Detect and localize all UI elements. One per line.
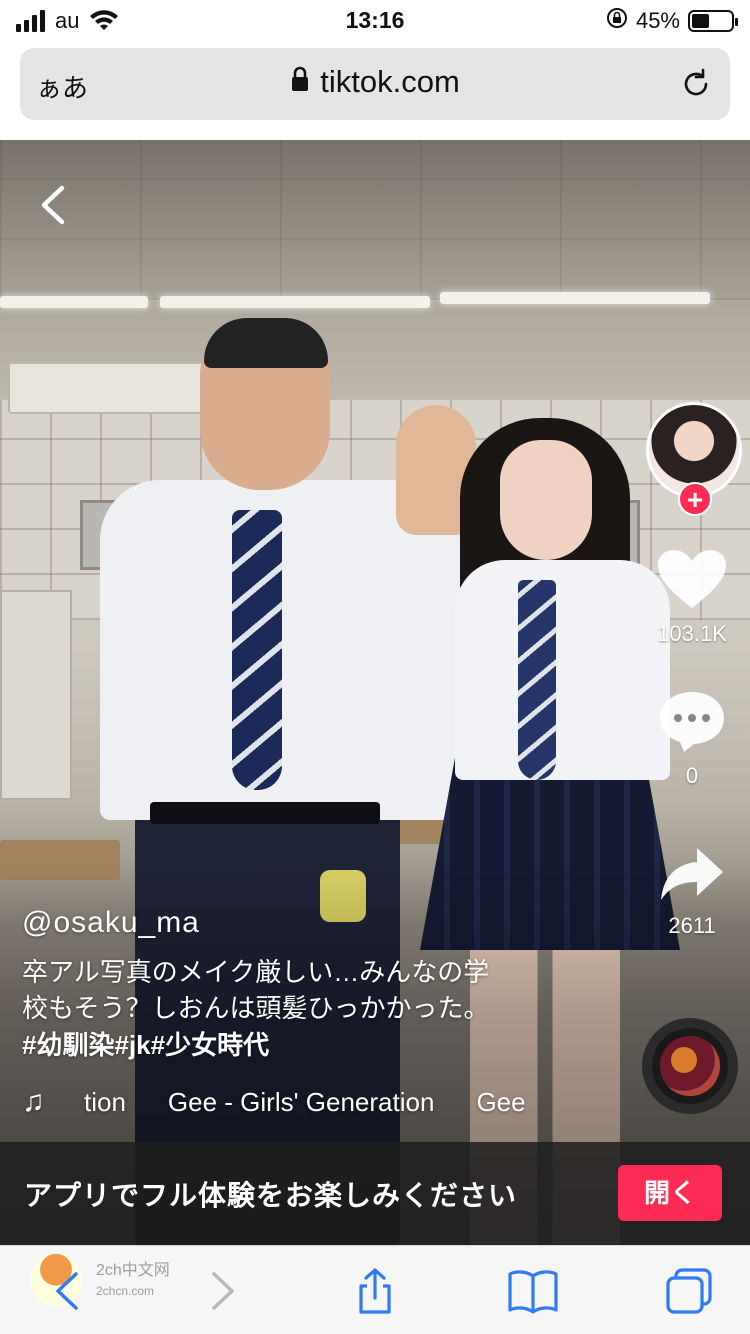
girl-face — [500, 440, 592, 560]
scene-light — [160, 296, 430, 308]
girl-necktie — [518, 580, 556, 780]
hashtag-link[interactable]: #幼馴染 — [22, 1030, 114, 1060]
open-app-button[interactable]: 開く — [618, 1165, 722, 1221]
music-note-icon: ♫ — [22, 1085, 45, 1118]
safari-back-icon[interactable] — [44, 1266, 94, 1316]
tabs-icon[interactable] — [664, 1266, 714, 1316]
music-text: Gee - Girls' Generation — [167, 1086, 435, 1117]
browser-toolbar: 2ch中文网 2chcn.com — [0, 1245, 750, 1334]
share-count: 2611 — [668, 913, 716, 938]
safari-forward-icon[interactable] — [196, 1266, 246, 1316]
music-text: tion — [84, 1086, 126, 1117]
music-info[interactable]: ♫ tion Gee - Girls' Generation Gee — [22, 1084, 582, 1120]
caption-line: 校もそう？しおんは頭髪ひっかかった。 — [22, 993, 490, 1023]
share-icon — [661, 848, 723, 900]
watermark-text: 2ch中文网 — [96, 1262, 170, 1279]
back-chevron-icon[interactable] — [30, 180, 80, 230]
url-display[interactable]: tiktok.com — [20, 64, 730, 100]
address-bar[interactable]: ぁあ tiktok.com — [20, 48, 730, 120]
follow-button[interactable]: + — [678, 482, 712, 516]
album-cover — [660, 1036, 720, 1096]
hashtag-list: #幼馴染#jk#少女時代 — [22, 1026, 602, 1064]
scene-air-conditioner — [8, 362, 208, 414]
scene-light — [0, 296, 148, 308]
heart-icon — [658, 550, 726, 608]
music-marquee: tion Gee - Girls' Generation Gee — [62, 1087, 526, 1118]
reload-icon[interactable] — [678, 66, 714, 102]
like-count: 103.1K — [657, 621, 727, 646]
creator-username[interactable]: @osaku_ma — [22, 906, 602, 940]
bookmarks-icon[interactable] — [506, 1266, 558, 1316]
open-app-banner: アプリでフル体験をお楽しみください 開く — [0, 1142, 750, 1245]
comment-icon — [660, 692, 724, 752]
share-sheet-icon[interactable] — [350, 1266, 400, 1316]
battery-percent: 45% — [635, 8, 680, 33]
orientation-lock-icon — [606, 7, 628, 35]
lock-icon — [290, 64, 310, 100]
boy-necktie — [232, 510, 282, 790]
status-right: 45% — [606, 7, 738, 35]
music-disc[interactable] — [642, 1018, 738, 1114]
video-caption: @osaku_ma 卒アル写真のメイク厳しい…みんなの学 校もそう？しおんは頭髪… — [22, 906, 602, 1064]
boy-belt — [150, 802, 380, 824]
comment-button[interactable]: 0 — [630, 688, 750, 789]
share-button[interactable]: 2611 — [630, 844, 750, 939]
watermark-subtext: 2chcn.com — [96, 1284, 155, 1298]
banner-message: アプリでフル体験をお楽しみください — [24, 1180, 518, 1211]
hashtag-link[interactable]: #少女時代 — [151, 1030, 269, 1060]
video-player[interactable]: + 103.1K 0 2611 @osaku_ma 卒アル写真のメイク厳しい…み… — [0, 140, 750, 1245]
battery-level — [692, 14, 710, 28]
comment-count: 0 — [685, 763, 699, 788]
like-button[interactable]: 103.1K — [630, 548, 750, 647]
scene-locker — [0, 590, 72, 800]
url-text: tiktok.com — [320, 64, 460, 99]
status-bar: au 13:16 45% — [0, 0, 750, 42]
boy-hair — [204, 318, 328, 368]
hashtag-link[interactable]: #jk — [114, 1030, 150, 1060]
battery-icon — [688, 10, 738, 32]
caption-line: 卒アル写真のメイク厳しい…みんなの学 — [22, 957, 490, 987]
action-rail: + 103.1K 0 2611 — [630, 140, 750, 1245]
music-text: Gee — [476, 1086, 526, 1117]
